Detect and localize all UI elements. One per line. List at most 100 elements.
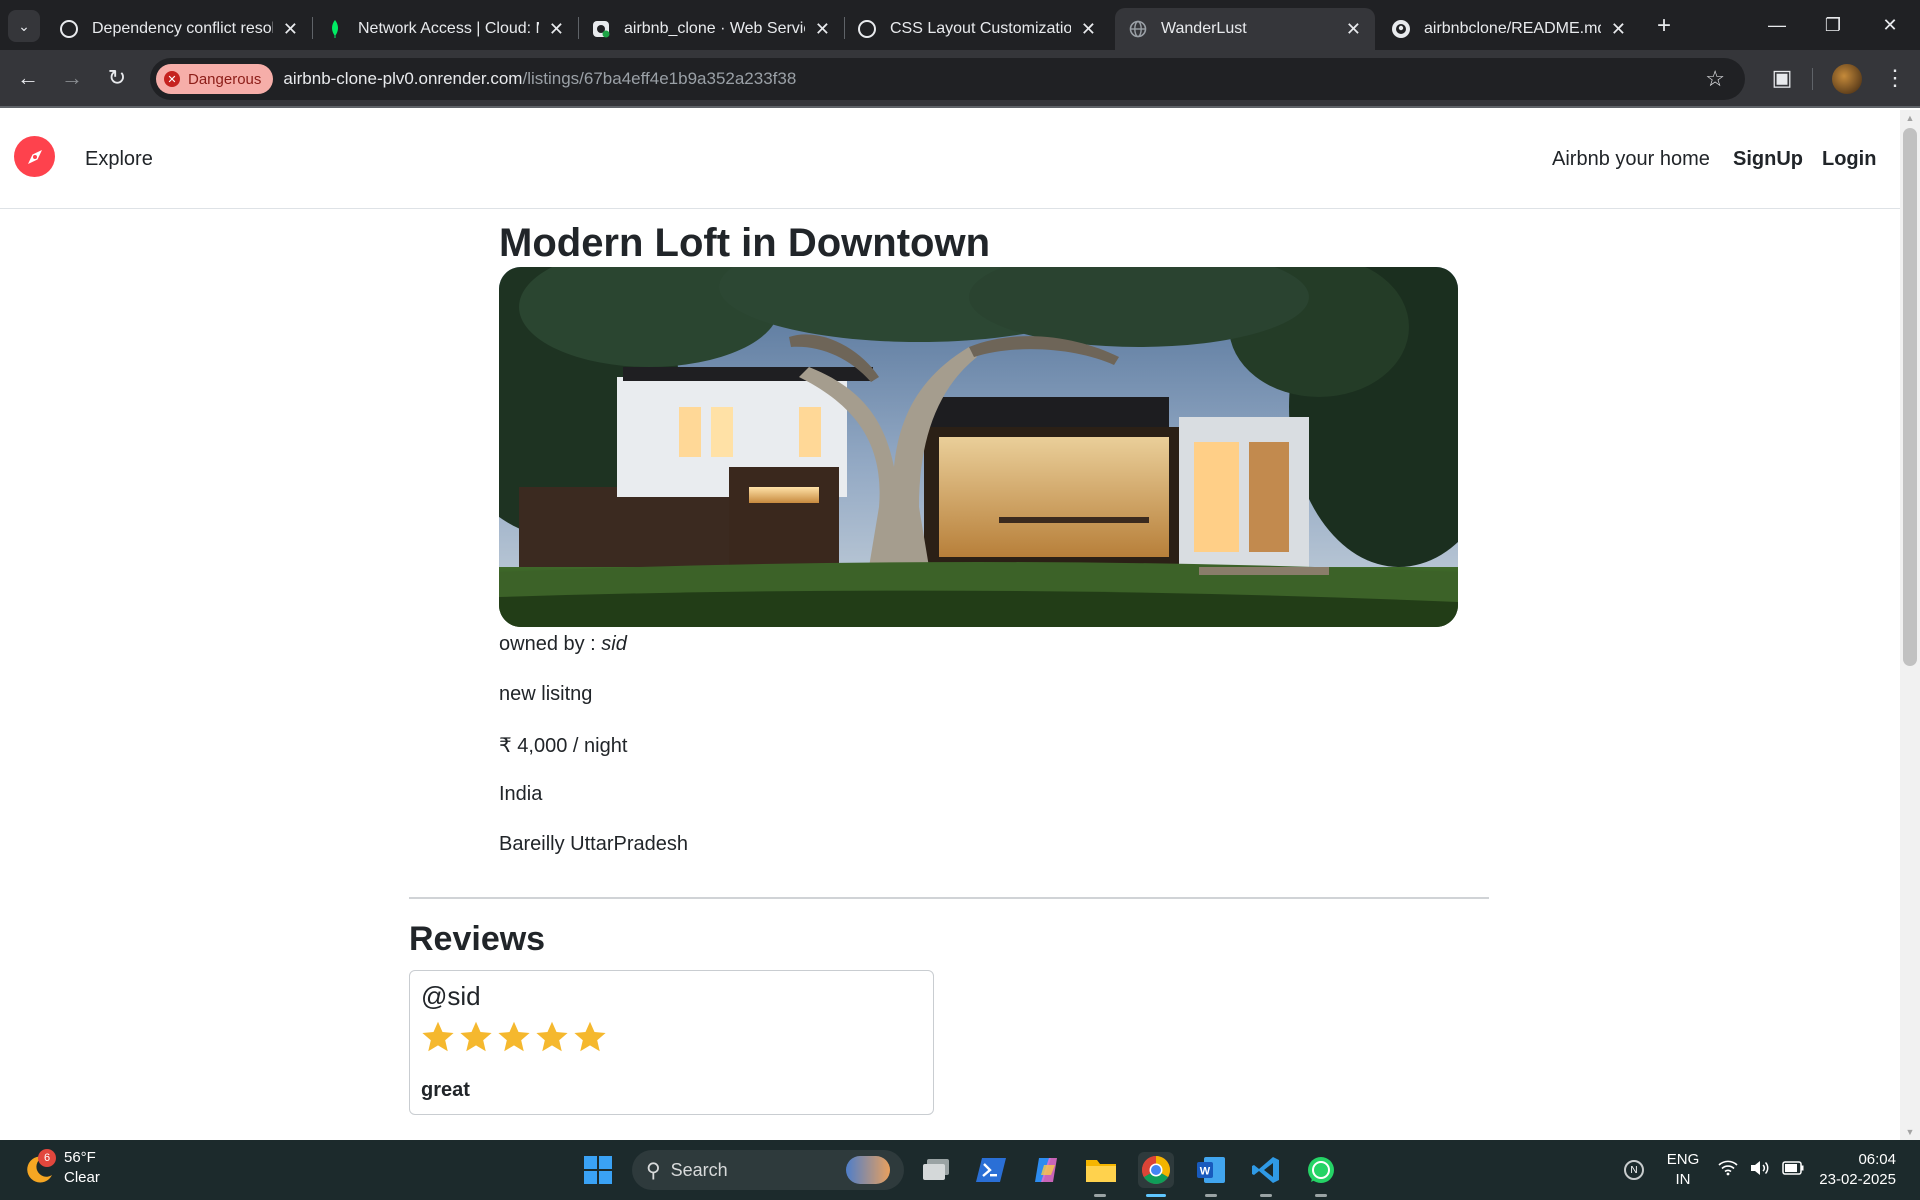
star-icon [422, 1021, 454, 1052]
moon-icon: 6 [22, 1149, 56, 1185]
task-view-icon [923, 1159, 949, 1180]
reload-button[interactable]: ↻ [101, 62, 133, 94]
nav-signup-link[interactable]: SignUp [1733, 148, 1803, 171]
close-icon[interactable]: ✕ [283, 19, 298, 40]
extensions-button[interactable]: ▣ [1766, 62, 1798, 94]
whatsapp-icon [1308, 1157, 1334, 1183]
restore-button[interactable]: ❐ [1813, 10, 1853, 40]
weather-badge: 6 [38, 1149, 56, 1167]
star-icon [460, 1021, 492, 1052]
system-tray-icons[interactable] [1718, 1140, 1804, 1200]
windows-start-button[interactable] [580, 1152, 616, 1188]
tab-wanderlust[interactable]: WanderLust ✕ [1115, 8, 1375, 50]
word-app[interactable]: W [1193, 1152, 1229, 1188]
windows-taskbar: 6 56°F Clear ⚲ Search W N ENG IN 06:04 2… [0, 1140, 1920, 1200]
star-icon [536, 1021, 568, 1052]
browser-tab-strip: ⌄ Dependency conflict resolu ✕ Network A… [0, 0, 1920, 50]
windows-logo-icon [584, 1156, 612, 1184]
chevron-down-icon: ⌄ [18, 17, 30, 34]
scroll-up-arrow-icon[interactable]: ▲ [1900, 110, 1920, 126]
taskbar-search[interactable]: ⚲ Search [632, 1150, 904, 1190]
star-icon [574, 1021, 606, 1052]
task-view-button[interactable] [918, 1152, 954, 1188]
region-code: IN [1675, 1171, 1691, 1188]
url-text[interactable]: airbnb-clone-plv0.onrender.com/listings/… [283, 69, 796, 89]
vscode-icon [1252, 1157, 1279, 1183]
tab-render-web-service[interactable]: airbnb_clone · Web Service ✕ [578, 8, 844, 50]
plus-icon: + [1656, 12, 1671, 39]
github-icon [1392, 20, 1410, 38]
forward-button[interactable]: → [56, 62, 88, 94]
sync-status-icon[interactable]: N [1624, 1160, 1644, 1180]
listing-country: India [499, 783, 543, 805]
back-button[interactable]: ← [12, 62, 44, 94]
search-placeholder: Search [670, 1159, 728, 1180]
weather-widget[interactable]: 6 56°F Clear [22, 1148, 100, 1188]
tab-github-readme[interactable]: airbnbclone/README.md a ✕ [1378, 8, 1640, 50]
wifi-icon [1718, 1160, 1738, 1181]
close-window-button[interactable]: ✕ [1870, 10, 1910, 40]
page-scrollbar[interactable]: ▲ ▼ [1900, 110, 1920, 1140]
minimize-button[interactable]: — [1757, 10, 1797, 40]
input-language[interactable]: ENG IN [1662, 1140, 1704, 1200]
tab-search-button[interactable]: ⌄ [8, 10, 40, 42]
copilot-icon [1035, 1158, 1057, 1182]
listing-image [499, 267, 1458, 627]
review-comment: great [421, 1079, 470, 1101]
bookmark-star-icon[interactable]: ☆ [1705, 66, 1725, 92]
scrollbar-thumb[interactable] [1903, 128, 1917, 666]
scroll-down-arrow-icon[interactable]: ▼ [1900, 1124, 1920, 1140]
close-icon[interactable]: ✕ [549, 19, 564, 40]
file-explorer-app[interactable] [1083, 1152, 1119, 1188]
listing-title: Modern Loft in Downtown [499, 221, 990, 265]
tab-title: airbnbclone/README.md a [1424, 20, 1601, 37]
toolbar-separator [1812, 68, 1813, 90]
notification-tray: N [1620, 1140, 1644, 1200]
arrow-left-icon: ← [17, 65, 39, 90]
powershell-app[interactable] [973, 1152, 1009, 1188]
nav-airbnb-home-link[interactable]: Airbnb your home [1552, 148, 1710, 171]
close-icon[interactable]: ✕ [1346, 19, 1361, 40]
security-warning-chip[interactable]: ✕ Dangerous [156, 64, 274, 94]
nav-explore-link[interactable]: Explore [85, 148, 153, 171]
new-tab-button[interactable]: + [1650, 12, 1678, 40]
arrow-right-icon: → [61, 65, 83, 90]
nav-login-link[interactable]: Login [1822, 148, 1876, 171]
render-icon [592, 20, 610, 38]
clock-time: 06:04 [1858, 1151, 1896, 1168]
reload-icon: ↻ [107, 65, 127, 90]
close-icon[interactable]: ✕ [1081, 19, 1096, 40]
restore-icon: ❐ [1824, 14, 1842, 35]
whatsapp-app[interactable] [1303, 1152, 1339, 1188]
address-bar[interactable]: ✕ Dangerous airbnb-clone-plv0.onrender.c… [150, 58, 1745, 100]
url-host: airbnb-clone-plv0.onrender.com [283, 69, 523, 88]
close-icon[interactable]: ✕ [815, 19, 830, 40]
search-icon: ⚲ [646, 1159, 661, 1182]
close-icon[interactable]: ✕ [1611, 19, 1626, 40]
running-indicator [1205, 1194, 1217, 1197]
tab-title: CSS Layout Customization [890, 20, 1071, 37]
close-icon: ✕ [1882, 14, 1898, 35]
tab-dependency-conflict[interactable]: Dependency conflict resolu ✕ [46, 8, 312, 50]
tab-css-layout[interactable]: CSS Layout Customization ✕ [844, 8, 1110, 50]
mongodb-leaf-icon [326, 20, 344, 38]
brand-logo[interactable] [14, 136, 55, 177]
chrome-app[interactable] [1138, 1152, 1174, 1188]
profile-avatar[interactable] [1832, 64, 1862, 94]
tab-network-access[interactable]: Network Access | Cloud: M ✕ [312, 8, 578, 50]
copilot-app[interactable] [1028, 1152, 1064, 1188]
vscode-app[interactable] [1248, 1152, 1284, 1188]
browser-menu-button[interactable]: ⋮ [1880, 62, 1910, 94]
openai-icon [60, 20, 78, 38]
chrome-icon [1142, 1156, 1170, 1184]
tab-title: WanderLust [1161, 20, 1247, 37]
review-author: @sid [421, 981, 481, 1011]
security-chip-label: Dangerous [188, 70, 262, 88]
powershell-icon [976, 1158, 1006, 1182]
reviews-heading: Reviews [409, 920, 546, 958]
star-rating [420, 1019, 608, 1055]
language-code: ENG [1666, 1151, 1700, 1168]
kebab-menu-icon: ⋮ [1884, 65, 1906, 90]
tab-title: airbnb_clone · Web Service [624, 20, 805, 37]
taskbar-clock[interactable]: 06:04 23-02-2025 [1810, 1150, 1896, 1190]
